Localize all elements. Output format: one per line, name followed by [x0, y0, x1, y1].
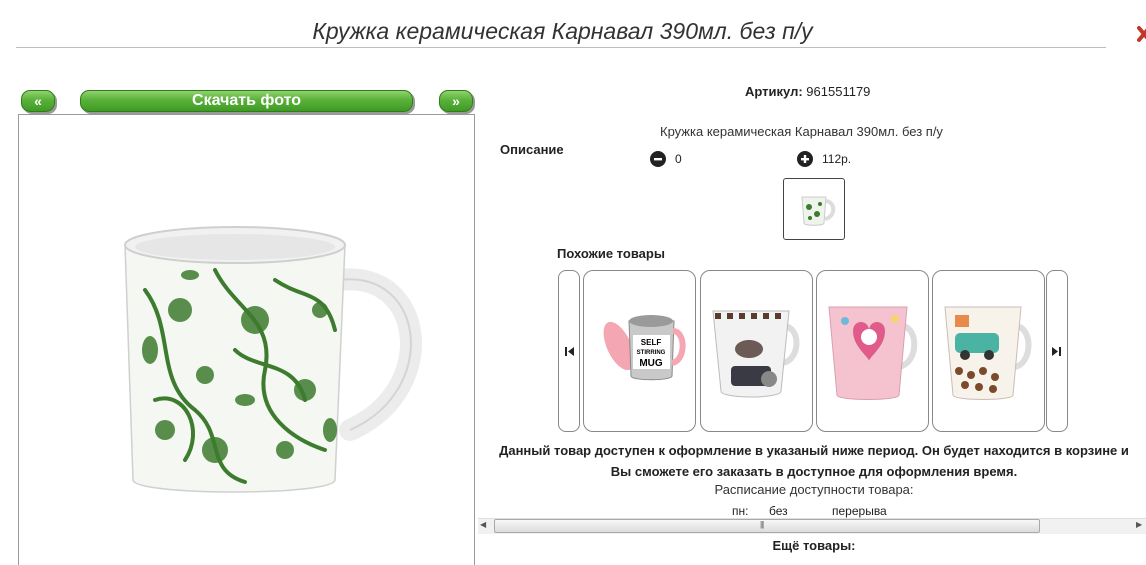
scrollbar-grip-icon: ||| [760, 520, 764, 529]
article-number: Артикул: 961551179 [745, 84, 870, 99]
pink-heart-mug-photo [828, 306, 918, 400]
svg-text:STIRRING: STIRRING [637, 350, 666, 356]
scroll-left-arrow-icon[interactable]: ◀ [480, 520, 486, 529]
next-photo-button[interactable]: » [439, 90, 473, 112]
scrollbar-thumb[interactable] [494, 519, 1040, 533]
svg-text:MUG: MUG [639, 358, 663, 369]
schedule-label: Расписание доступности товара: [714, 482, 914, 497]
skip-forward-icon [1052, 347, 1061, 356]
carousel-prev-button[interactable] [558, 270, 580, 432]
minus-icon[interactable] [650, 151, 666, 167]
schedule-no: без [769, 504, 788, 518]
close-icon[interactable] [1137, 22, 1146, 46]
product-main-photo [124, 226, 422, 493]
price-value: 112р. [822, 152, 852, 166]
scroll-right-arrow-icon[interactable]: ▶ [1136, 520, 1142, 529]
thumbnail-mug-image [801, 196, 836, 226]
photo-thumbnail[interactable] [783, 178, 845, 240]
skip-back-icon [565, 347, 574, 356]
availability-notice: Данный товар доступен к оформление в ука… [499, 443, 1129, 479]
download-photo-button[interactable]: Скачать фото [80, 90, 413, 112]
title-divider [16, 47, 1106, 48]
schedule-day: пн: [732, 504, 749, 518]
more-products-label: Ещё товары: [772, 538, 856, 553]
car-print-mug-photo [944, 306, 1032, 400]
svg-text:SELF: SELF [641, 338, 662, 347]
similar-product-card[interactable] [816, 270, 929, 432]
similar-products-label: Похожие товары [557, 246, 665, 261]
description-text: Кружка керамическая Карнавал 390мл. без … [660, 124, 943, 139]
schedule-break: перерыва [832, 504, 887, 518]
prev-photo-button[interactable]: « [21, 90, 55, 112]
plus-icon[interactable] [797, 151, 813, 167]
similar-product-card[interactable]: SELF STIRRING MUG [583, 270, 696, 432]
carousel-next-button[interactable] [1046, 270, 1068, 432]
similar-product-card[interactable] [932, 270, 1045, 432]
fashion-mug-photo [712, 310, 800, 398]
article-value: 961551179 [806, 84, 871, 99]
article-label: Артикул: [745, 84, 803, 99]
description-label: Описание [500, 142, 564, 157]
minus-value: 0 [675, 152, 682, 166]
page-title: Кружка керамическая Карнавал 390мл. без … [312, 18, 813, 44]
similar-product-card[interactable] [700, 270, 813, 432]
self-stirring-mug-photo: SELF STIRRING MUG [603, 315, 686, 381]
